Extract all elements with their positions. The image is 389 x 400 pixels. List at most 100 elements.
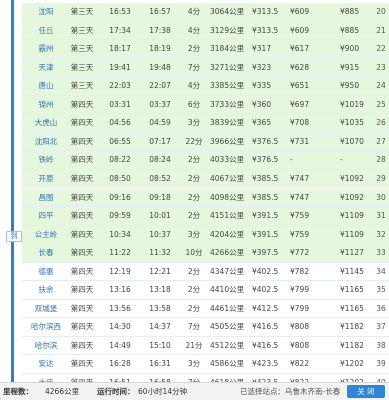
price-hard-sleeper-cell: ¥617 [290, 44, 310, 54]
stop-duration-cell: 2分 [187, 211, 201, 221]
table-row[interactable]: 四平 第四天 09:59 10:01 2分 4151公里 ¥391.5 ¥759 ¥1109 31 [22, 207, 389, 226]
stop-number-cell: 20 [376, 7, 386, 16]
departure-time-cell: 19:48 [149, 62, 171, 72]
departure-time-cell: 09:18 [149, 192, 171, 202]
distance-cell: 4204公里 [210, 229, 245, 239]
price-hard-sleeper-cell: ¥651 [290, 81, 310, 91]
price-hard-sleeper-cell: ¥782 [290, 266, 310, 276]
table-row[interactable]: 铁岭 第四天 08:22 08:24 2分 4033公里 ¥376.5 - - 28 [22, 151, 389, 170]
price-hard-sleeper-cell: ¥822 [290, 359, 310, 369]
travel-day-cell: 第四天 [70, 303, 94, 313]
stop-duration-cell: 2分 [187, 303, 201, 313]
table-row[interactable]: 扶余 第四天 13:16 13:18 2分 4410公里 ¥402.5 ¥799 ¥1165 35 [22, 281, 389, 300]
distance-cell: 3271公里 [210, 62, 245, 72]
arrival-time-cell: 16:53 [109, 7, 131, 16]
table-row[interactable]: 锦州 第四天 03:31 03:37 6分 3733公里 ¥360 ¥697 ¥1019 25 [22, 95, 389, 115]
table-row[interactable]: 唐山 第三天 22:03 22:07 4分 3385公里 ¥335 ¥651 ¥950 24 [22, 77, 389, 96]
distance-cell: 4586公里 [210, 359, 245, 369]
distance-cell: 4505公里 [210, 322, 245, 332]
price-hard-sleeper-cell: ¥697 [290, 99, 310, 109]
departure-time-cell: 14:37 [149, 322, 171, 332]
table-row[interactable]: 沈阳 第三天 16:53 16:57 4分 3064公里 ¥313.5 ¥609 ¥885 20 [22, 3, 389, 22]
price-soft-sleeper-cell: ¥1109 [340, 211, 364, 221]
stop-duration-cell: 3分 [187, 359, 201, 369]
price-hard-sleeper-cell: ¥609 [290, 25, 310, 35]
price-hard-seat-cell: ¥416.5 [252, 340, 279, 350]
price-soft-sleeper-cell: ¥1165 [340, 285, 364, 295]
stop-duration-cell: 2分 [187, 285, 201, 295]
departure-time-cell: 18:19 [149, 44, 171, 54]
departure-time-cell: 11:32 [149, 248, 171, 258]
price-hard-sleeper-cell: ¥759 [290, 229, 310, 239]
price-hard-sleeper-cell: ¥747 [290, 173, 310, 183]
price-hard-seat-cell: ¥385.5 [252, 192, 279, 202]
price-hard-seat-cell: ¥365 [252, 118, 272, 128]
table-row[interactable]: 任丘 第三天 17:34 17:38 4分 3129公里 ¥313.5 ¥609 ¥885 21 [22, 21, 389, 41]
price-hard-sleeper-cell: ¥808 [290, 340, 310, 350]
price-soft-sleeper-cell: ¥1035 [340, 118, 364, 128]
table-row[interactable]: 开原 第四天 08:50 08:52 2分 4067公里 ¥385.5 ¥747 ¥1092 29 [22, 169, 389, 189]
table-row[interactable]: 沈阳北 第四天 06:55 07:17 22分 3966公里 ¥376.5 ¥731 ¥1070… [22, 132, 389, 152]
arrival-time-cell: 16:28 [109, 359, 131, 369]
timeline-gutter: 到 [0, 0, 22, 382]
route-timeline [11, 0, 14, 382]
station-name-cell: 沈阳 [38, 7, 54, 16]
stop-duration-cell: 2分 [187, 266, 201, 276]
arrival-time-cell: 10:34 [109, 229, 131, 239]
table-row[interactable]: 大虎山 第四天 04:56 04:59 3分 3839公里 ¥365 ¥708 ¥1035 26 [22, 114, 389, 133]
table-row[interactable]: 公主岭 第四天 10:34 10:37 3分 4204公里 ¥391.5 ¥759 ¥1109 3… [22, 225, 389, 245]
travel-day-cell: 第三天 [70, 62, 94, 72]
table-row[interactable]: 德惠 第四天 12:19 12:21 2分 4347公里 ¥402.5 ¥782 ¥1145 34 [22, 262, 389, 282]
travel-day-cell: 第四天 [70, 118, 94, 128]
table-row[interactable]: 霸州 第三天 18:17 18:19 2分 3184公里 ¥317 ¥617 ¥900 22 [22, 40, 389, 59]
station-name-cell: 公主岭 [34, 229, 58, 239]
table-row[interactable]: 昌图 第四天 09:16 09:18 2分 4098公里 ¥385.5 ¥747 ¥1092 30 [22, 188, 389, 207]
travel-day-cell: 第四天 [70, 229, 94, 239]
table-row[interactable]: 安达 第四天 16:28 16:31 3分 4586公里 ¥423.5 ¥822 ¥1202 39 [22, 355, 389, 374]
distance-cell: 4512公里 [210, 340, 245, 350]
departure-time-cell: 03:37 [149, 99, 171, 109]
stop-number-cell: 37 [376, 322, 386, 332]
station-name-cell: 昌图 [38, 192, 54, 202]
stop-duration-cell: 10分 [185, 248, 203, 258]
price-hard-seat-cell: ¥376.5 [252, 136, 279, 146]
arrival-time-cell: 03:31 [109, 99, 131, 109]
station-name-cell: 任丘 [38, 25, 54, 35]
stop-duration-cell: 2分 [187, 155, 201, 165]
arrival-time-cell: 09:16 [109, 192, 131, 202]
table-row[interactable]: 哈尔滨西 第四天 14:30 14:37 7分 4505公里 ¥416.5 ¥808 ¥1182… [22, 318, 389, 337]
departure-time-cell: 17:38 [149, 25, 171, 35]
price-hard-seat-cell: ¥391.5 [252, 229, 279, 239]
stop-duration-cell: 4分 [187, 25, 201, 35]
stop-number-cell: 34 [376, 266, 386, 276]
price-hard-sleeper-cell: ¥747 [290, 192, 310, 202]
price-soft-sleeper-cell: ¥1182 [340, 322, 364, 332]
arrival-time-cell: 12:19 [109, 266, 131, 276]
departure-time-cell: 13:58 [149, 303, 171, 313]
table-row[interactable]: 长春 第四天 11:22 11:32 10分 4266公里 ¥397.5 ¥772 ¥1127 3… [22, 244, 389, 263]
stop-number-cell: 23 [376, 62, 386, 72]
table-row[interactable]: 哈尔滨 第四天 14:49 15:10 21分 4512公里 ¥416.5 ¥808 ¥1182… [22, 336, 389, 356]
departure-time-cell: 10:37 [149, 229, 171, 239]
close-button[interactable]: 关 闭 [347, 385, 385, 398]
station-name-cell: 德惠 [38, 266, 54, 276]
price-soft-sleeper-cell: - [340, 155, 343, 165]
stop-number-cell: 31 [376, 211, 386, 221]
station-name-cell: 大虎山 [34, 118, 58, 128]
travel-day-cell: 第四天 [70, 173, 94, 183]
travel-day-cell: 第四天 [70, 322, 94, 332]
distance-cell: 3129公里 [210, 25, 245, 35]
price-hard-seat-cell: ¥397.5 [252, 248, 279, 258]
travel-day-cell: 第三天 [70, 81, 94, 91]
stop-duration-cell: 4分 [187, 7, 201, 16]
travel-day-cell: 第四天 [70, 136, 94, 146]
arrival-time-cell: 04:56 [109, 118, 131, 128]
table-row[interactable]: 双城堡 第四天 13:56 13:58 2分 4461公里 ¥412.5 ¥799 ¥1165 3… [22, 299, 389, 319]
station-name-cell: 扶余 [38, 285, 54, 295]
price-soft-sleeper-cell: ¥915 [340, 62, 360, 72]
table-row[interactable]: 天津 第三天 19:41 19:48 7分 3271公里 ¥323 ¥628 ¥915 23 [22, 58, 389, 78]
stop-number-cell: 28 [376, 155, 386, 165]
runtime-value: 60小时14分钟 [138, 387, 188, 396]
price-hard-seat-cell: ¥412.5 [252, 303, 279, 313]
travel-day-cell: 第四天 [70, 99, 94, 109]
